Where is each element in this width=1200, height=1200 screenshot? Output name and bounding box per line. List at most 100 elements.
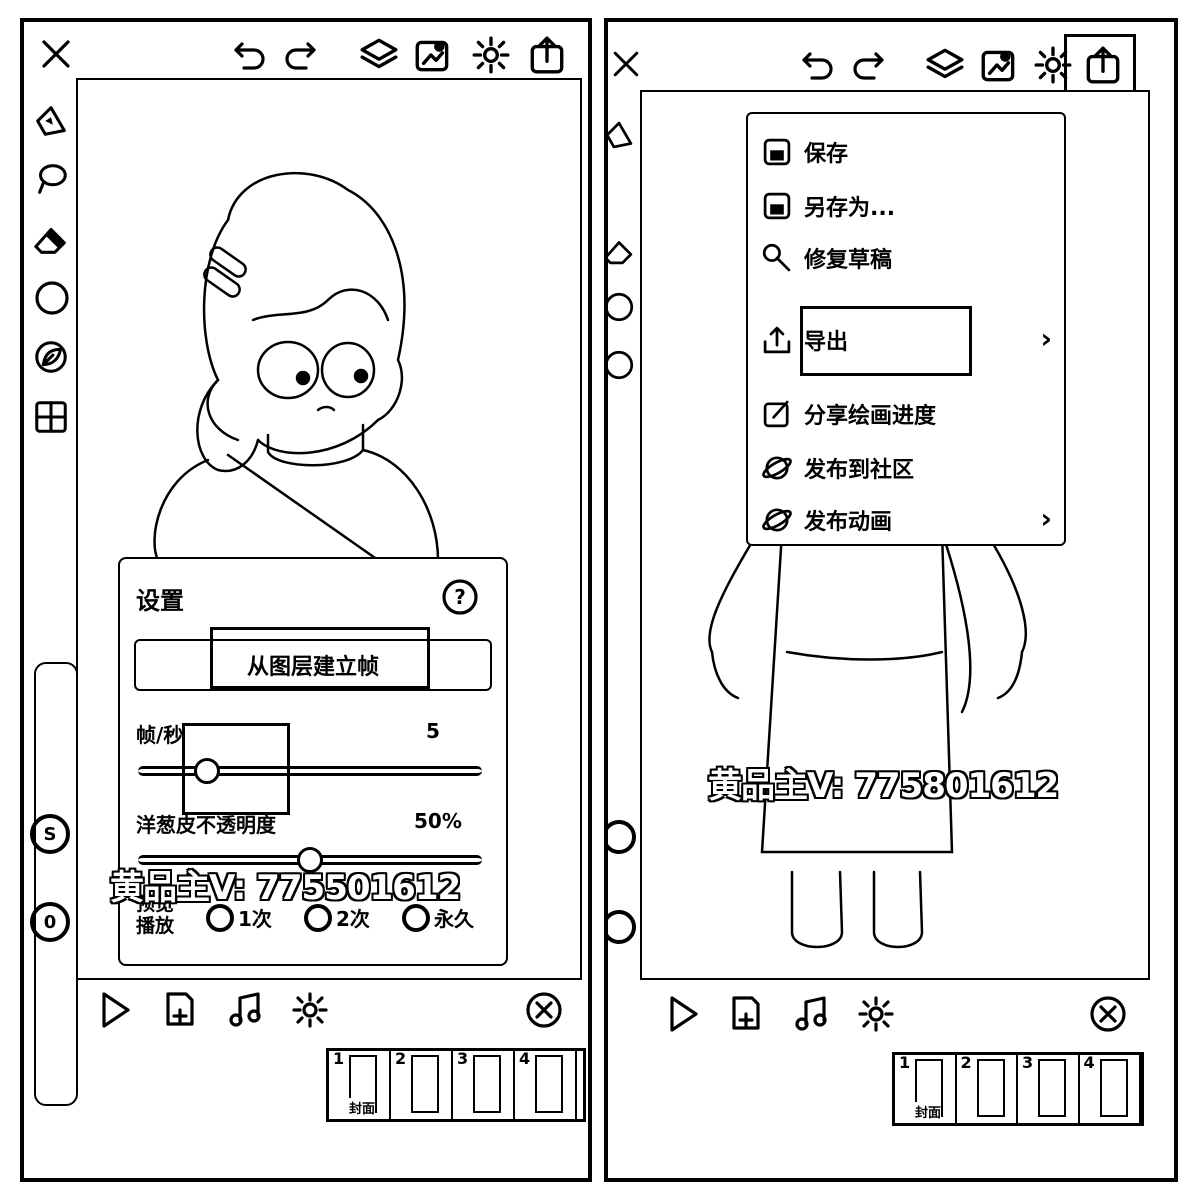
- tap-highlight: [182, 723, 290, 815]
- menu-item-publish-community[interactable]: 发布到社区: [760, 448, 914, 488]
- frame-preview: [535, 1055, 563, 1113]
- fps-value: 5: [426, 719, 440, 743]
- circle-icon[interactable]: [608, 290, 636, 324]
- cover-label: 封面: [915, 1102, 942, 1121]
- badge-label: S: [43, 823, 57, 845]
- close-icon[interactable]: [36, 34, 76, 74]
- right-screenshot-panel: 保存 另存为... 修复草稿 导出 › 分享绘画进度 发布到社区 发布动画 ›: [604, 18, 1178, 1182]
- frame-number: 2: [395, 1049, 407, 1068]
- undo-icon[interactable]: [798, 44, 838, 84]
- size-badge-s[interactable]: S: [30, 814, 70, 854]
- create-frames-from-layers-button[interactable]: 从图层建立帧: [134, 639, 492, 691]
- menu-item-export[interactable]: 导出: [760, 320, 848, 360]
- frame-thumbnail[interactable]: 3: [1018, 1053, 1080, 1123]
- eraser-icon[interactable]: [32, 220, 70, 258]
- onion-skin-label: 洋葱皮不透明度: [136, 813, 276, 837]
- chevron-right-icon: ›: [1040, 322, 1052, 355]
- import-image-icon[interactable]: [978, 44, 1020, 86]
- close-circle-icon[interactable]: [1088, 994, 1128, 1034]
- frame-thumbnail[interactable]: 4: [515, 1049, 577, 1119]
- frame-preview: [473, 1055, 501, 1113]
- menu-item-label: 导出: [804, 330, 849, 355]
- frame-number: 1: [899, 1053, 911, 1072]
- save-as-icon: [760, 189, 794, 223]
- chevron-right-icon: ›: [1040, 502, 1052, 535]
- menu-item-label: 另存为...: [804, 196, 896, 221]
- settings-icon[interactable]: [290, 990, 330, 1030]
- badge-label: 0: [43, 911, 57, 933]
- music-icon[interactable]: [226, 990, 266, 1030]
- play-icon[interactable]: [94, 990, 134, 1030]
- export-dropdown-menu: 保存 另存为... 修复草稿 导出 › 分享绘画进度 发布到社区 发布动画 ›: [746, 112, 1066, 546]
- add-frame-icon[interactable]: [726, 994, 766, 1034]
- menu-item-label: 保存: [804, 142, 849, 167]
- menu-item-save-as[interactable]: 另存为...: [760, 186, 895, 226]
- grid-icon[interactable]: [32, 398, 70, 436]
- frame-preview: [976, 1059, 1005, 1117]
- opacity-badge-0[interactable]: [608, 910, 636, 944]
- watermark-text: 黄品主V: 775501612: [110, 868, 461, 908]
- frame-thumbnail[interactable]: 3: [453, 1049, 515, 1119]
- size-badge-s[interactable]: [608, 820, 636, 854]
- circle-icon[interactable]: [32, 278, 72, 318]
- brush-icon[interactable]: [608, 118, 636, 152]
- redo-icon[interactable]: [280, 34, 320, 74]
- leaf-icon[interactable]: [608, 348, 636, 382]
- frame-strip: 1 封面 2 3 4: [326, 1048, 586, 1122]
- redo-icon[interactable]: [848, 44, 888, 84]
- frame-thumbnail[interactable]: 1 封面: [895, 1053, 957, 1123]
- save-icon: [760, 135, 794, 169]
- menu-item-share-progress[interactable]: 分享绘画进度: [760, 394, 936, 434]
- frame-thumbnail[interactable]: 1 封面: [329, 1049, 391, 1119]
- frame-number: 4: [1083, 1053, 1095, 1072]
- menu-item-label: 发布动画: [804, 510, 893, 535]
- cover-label: 封面: [349, 1098, 376, 1117]
- frame-number: 3: [1022, 1053, 1034, 1072]
- frame-preview: [1038, 1059, 1066, 1117]
- frame-thumbnail[interactable]: 2: [391, 1049, 453, 1119]
- menu-item-label: 分享绘画进度: [804, 404, 937, 429]
- frame-number: 3: [457, 1049, 469, 1068]
- play-icon[interactable]: [662, 994, 702, 1034]
- close-circle-icon[interactable]: [524, 990, 564, 1030]
- import-image-icon[interactable]: [412, 34, 454, 76]
- frame-thumbnail[interactable]: 4: [1080, 1053, 1141, 1123]
- menu-item-save[interactable]: 保存: [760, 132, 848, 172]
- music-icon[interactable]: [792, 994, 832, 1034]
- planet-icon: [760, 503, 794, 537]
- play-label: 播放: [136, 915, 175, 937]
- eraser-icon[interactable]: [608, 234, 636, 268]
- planet-icon: [760, 451, 794, 485]
- close-icon[interactable]: [608, 46, 644, 82]
- leaf-icon[interactable]: [32, 338, 70, 376]
- gear-icon[interactable]: [470, 34, 512, 76]
- frame-preview: [411, 1055, 439, 1113]
- frame-strip: 1 封面 2 3 4: [892, 1052, 1144, 1126]
- watermark-text: 黄品主V: 775801612: [708, 766, 1059, 806]
- svg-text:?: ?: [454, 585, 466, 609]
- lasso-icon[interactable]: [32, 160, 70, 198]
- export-icon[interactable]: [526, 34, 568, 76]
- settings-icon[interactable]: [856, 994, 896, 1034]
- brush-icon[interactable]: [32, 102, 70, 140]
- onion-skin-value: 50%: [414, 809, 462, 833]
- fps-label: 帧/秒: [136, 723, 184, 747]
- undo-icon[interactable]: [230, 34, 270, 74]
- layers-icon[interactable]: [358, 34, 400, 76]
- share-edit-icon: [760, 397, 794, 431]
- wrench-icon: [760, 241, 794, 275]
- export-icon[interactable]: [1082, 44, 1124, 86]
- frame-number: 2: [960, 1053, 972, 1072]
- menu-item-label: 发布到社区: [804, 458, 915, 483]
- frame-number: 1: [333, 1049, 345, 1068]
- settings-title: 设置: [136, 587, 184, 615]
- menu-item-repair-draft[interactable]: 修复草稿: [760, 238, 892, 278]
- frame-thumbnail[interactable]: 2: [957, 1053, 1018, 1123]
- sidebar-track: [34, 662, 78, 1106]
- opacity-badge-0[interactable]: 0: [30, 902, 70, 942]
- menu-item-publish-animation[interactable]: 发布动画: [760, 500, 892, 540]
- add-frame-icon[interactable]: [160, 990, 200, 1030]
- frame-number: 4: [519, 1049, 531, 1068]
- help-icon[interactable]: ?: [440, 577, 480, 617]
- layers-icon[interactable]: [924, 44, 966, 86]
